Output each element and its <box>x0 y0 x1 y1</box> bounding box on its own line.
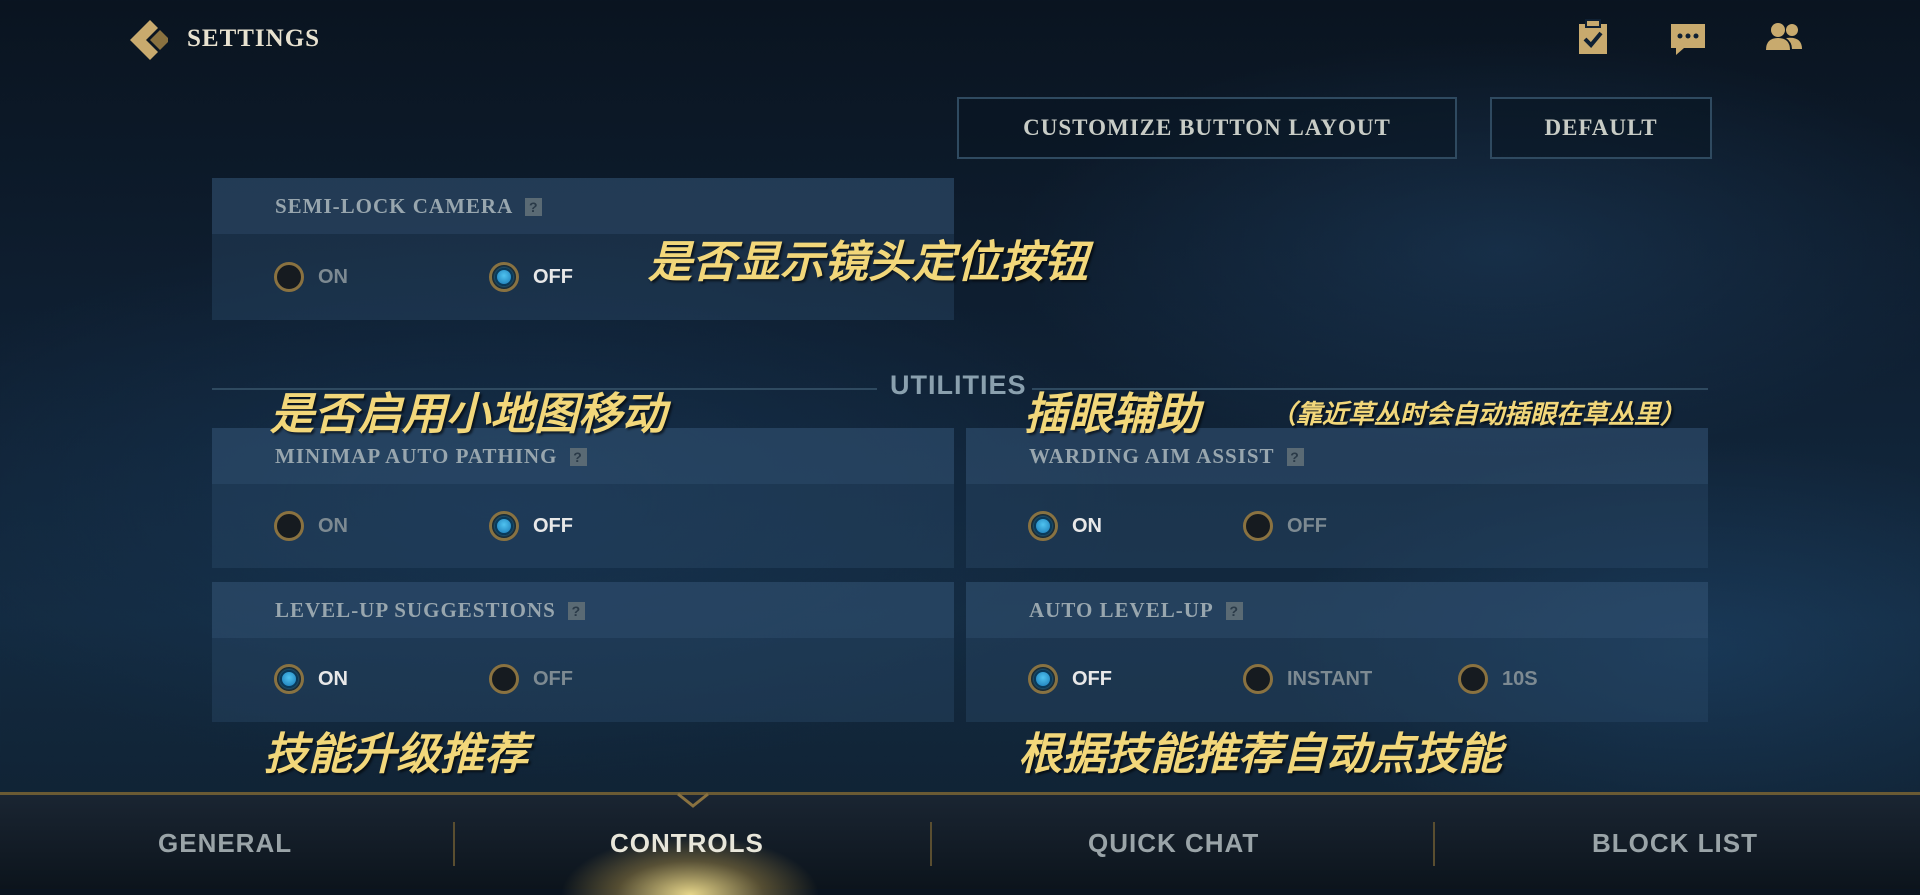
minimap-auto-pathing-panel: MINIMAP AUTO PATHING? ON OFF <box>212 428 954 568</box>
option-label: ON <box>318 265 348 288</box>
semi-lock-camera-label: SEMI-LOCK CAMERA <box>275 194 514 218</box>
tab-controls[interactable]: CONTROLS <box>610 828 764 859</box>
tab-separator <box>930 822 932 866</box>
warding-aim-assist-label: WARDING AIM ASSIST <box>1029 444 1275 468</box>
semi-lock-camera-off-option[interactable]: OFF <box>489 262 573 292</box>
tab-separator <box>1433 822 1435 866</box>
default-button[interactable]: DEFAULT <box>1490 97 1712 159</box>
level-up-suggestions-label: LEVEL-UP SUGGESTIONS <box>275 598 556 622</box>
semi-lock-camera-on-option[interactable]: ON <box>274 262 348 292</box>
radio-button[interactable] <box>1243 511 1273 541</box>
radio-button[interactable] <box>1243 664 1273 694</box>
annotation-camera: 是否显示镜头定位按钮 <box>648 237 1088 288</box>
warding-off-option[interactable]: OFF <box>1243 511 1327 541</box>
option-label: 10S <box>1502 667 1538 690</box>
level-up-suggestions-panel: LEVEL-UP SUGGESTIONS? ON OFF <box>212 582 954 722</box>
tab-quick-chat[interactable]: QUICK CHAT <box>1088 828 1259 859</box>
minimap-on-option[interactable]: ON <box>274 511 348 541</box>
radio-button[interactable] <box>274 262 304 292</box>
option-label: INSTANT <box>1287 667 1373 690</box>
option-label: ON <box>1072 514 1102 537</box>
annotation-minimap: 是否启用小地图移动 <box>270 389 666 440</box>
radio-button[interactable] <box>1458 664 1488 694</box>
radio-button[interactable] <box>489 664 519 694</box>
auto-level-10s-option[interactable]: 10S <box>1458 664 1538 694</box>
radio-button-selected[interactable] <box>489 262 519 292</box>
help-icon[interactable]: ? <box>567 601 585 620</box>
help-icon[interactable]: ? <box>1286 447 1304 466</box>
option-label: OFF <box>1287 514 1327 537</box>
radio-button-selected[interactable] <box>1028 511 1058 541</box>
level-up-on-option[interactable]: ON <box>274 664 348 694</box>
auto-level-up-panel: AUTO LEVEL-UP? OFF INSTANT 10S <box>966 582 1708 722</box>
auto-level-up-label: AUTO LEVEL-UP <box>1029 598 1214 622</box>
minimap-off-option[interactable]: OFF <box>489 511 573 541</box>
customize-button-layout-button[interactable]: CUSTOMIZE BUTTON LAYOUT <box>957 97 1457 159</box>
radio-button-selected[interactable] <box>489 511 519 541</box>
back-icon[interactable] <box>128 18 172 62</box>
active-tab-caret-icon <box>677 792 709 808</box>
radio-button-selected[interactable] <box>274 664 304 694</box>
page-title: SETTINGS <box>187 25 321 52</box>
tab-separator <box>453 822 455 866</box>
help-icon[interactable]: ? <box>1225 601 1243 620</box>
radio-button-selected[interactable] <box>1028 664 1058 694</box>
annotation-warding: 插眼辅助 <box>1024 389 1200 440</box>
auto-level-off-option[interactable]: OFF <box>1028 664 1112 694</box>
auto-level-instant-option[interactable]: INSTANT <box>1243 664 1372 694</box>
tab-general[interactable]: GENERAL <box>158 828 292 859</box>
help-icon[interactable]: ? <box>525 197 543 216</box>
warding-on-option[interactable]: ON <box>1028 511 1102 541</box>
option-label: OFF <box>533 265 573 288</box>
warding-aim-assist-panel: WARDING AIM ASSIST? ON OFF <box>966 428 1708 568</box>
option-label: ON <box>318 514 348 537</box>
minimap-auto-pathing-label: MINIMAP AUTO PATHING <box>275 444 558 468</box>
chat-bubble-icon[interactable] <box>1668 18 1708 58</box>
annotation-autolevel: 根据技能推荐自动点技能 <box>1018 729 1502 780</box>
radio-button[interactable] <box>274 511 304 541</box>
option-label: OFF <box>533 514 573 537</box>
level-up-off-option[interactable]: OFF <box>489 664 573 694</box>
section-title-utilities: UTILITIES <box>890 370 1027 400</box>
friends-icon[interactable] <box>1764 18 1804 58</box>
option-label: OFF <box>533 667 573 690</box>
option-label: ON <box>318 667 348 690</box>
clipboard-check-icon[interactable] <box>1573 18 1613 58</box>
help-icon[interactable]: ? <box>569 447 587 466</box>
tab-block-list[interactable]: BLOCK LIST <box>1592 828 1758 859</box>
annotation-warding-note: （靠近草丛时会自动插眼在草丛里） <box>1270 400 1687 430</box>
annotation-levelup: 技能升级推荐 <box>264 729 528 780</box>
option-label: OFF <box>1072 667 1112 690</box>
